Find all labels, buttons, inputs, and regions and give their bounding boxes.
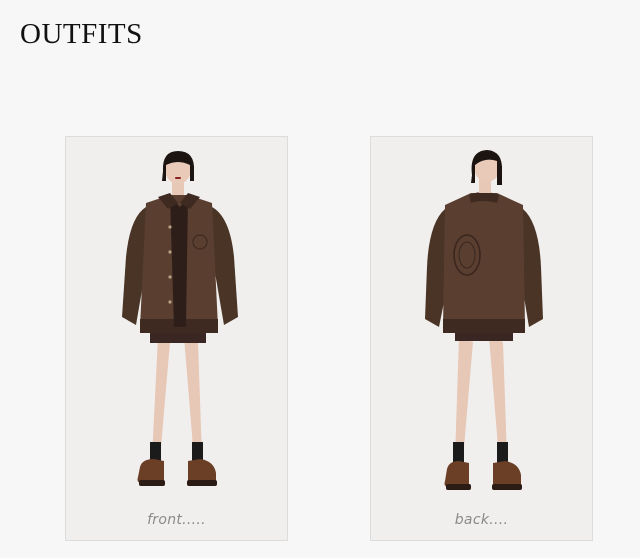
outfit-photo-back[interactable]: back....	[370, 136, 593, 541]
model-front-illustration	[122, 151, 238, 486]
model-back-illustration	[425, 150, 543, 490]
page-title: OUTFITS	[20, 18, 143, 50]
caption-back: back....	[454, 512, 509, 528]
outfit-photo-front[interactable]: front.....	[65, 136, 288, 541]
caption-front: front.....	[147, 512, 206, 528]
